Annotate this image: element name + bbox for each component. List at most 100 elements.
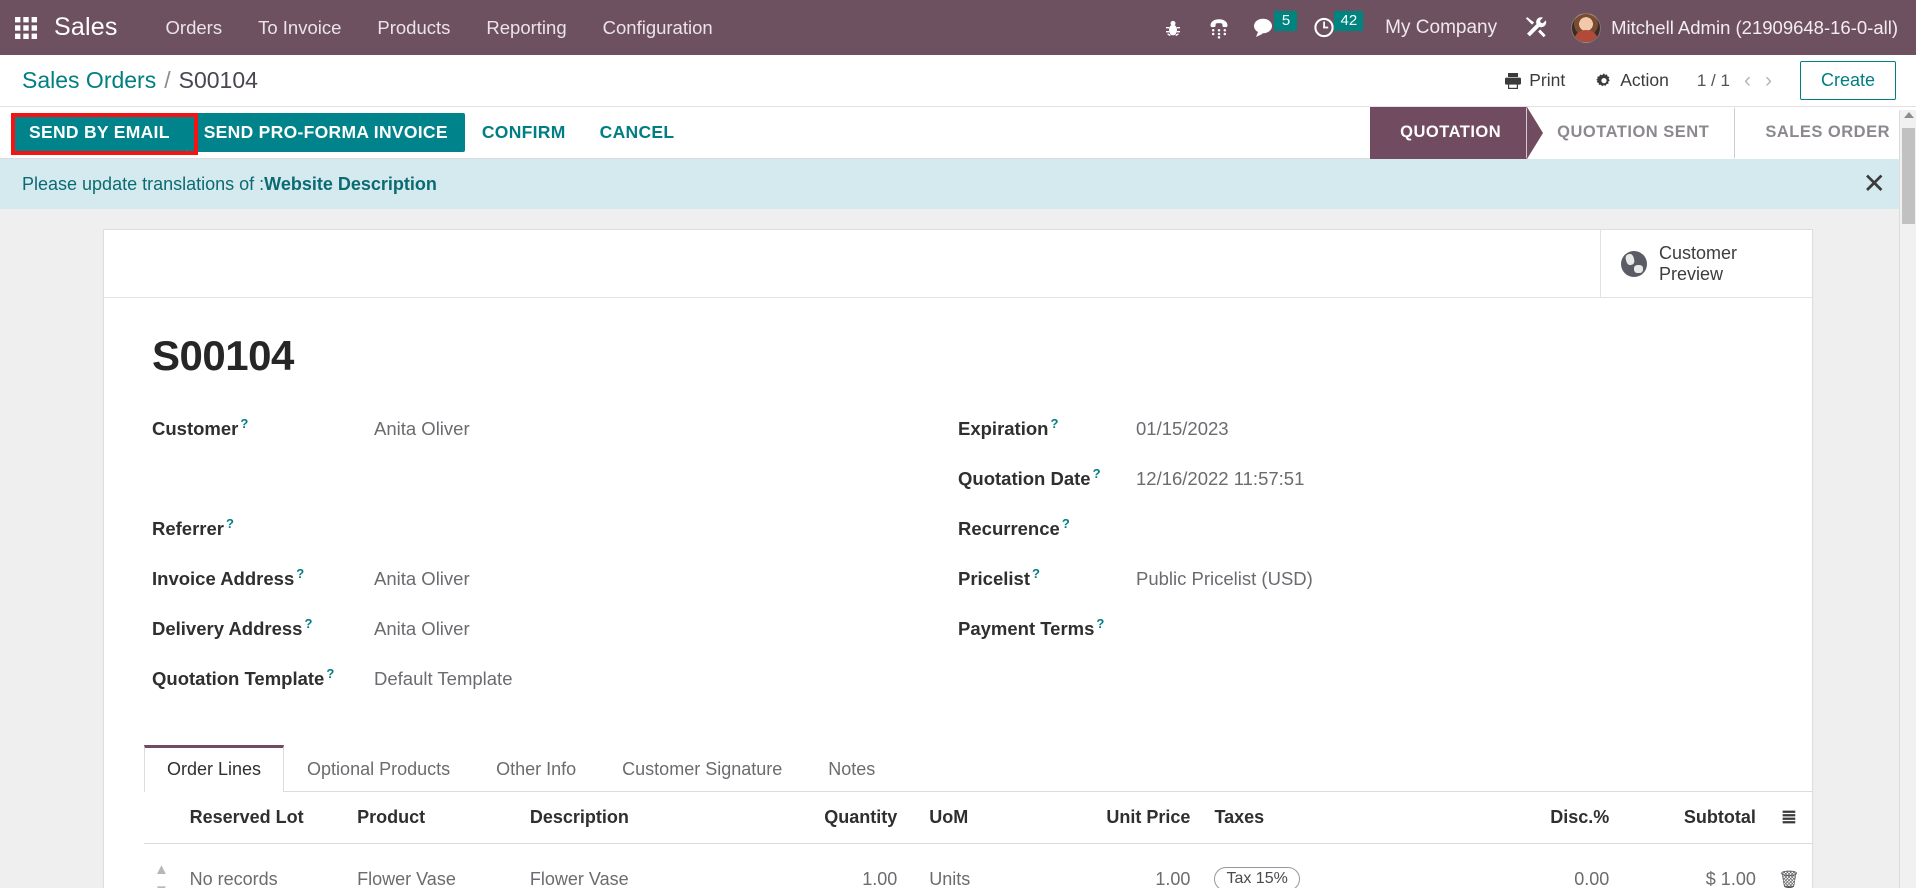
customer-preview-button[interactable]: Customer Preview [1600,230,1812,297]
value-customer[interactable]: Anita Oliver [374,418,470,440]
column-uom[interactable]: UoM [907,792,1044,844]
tab-notes[interactable]: Notes [805,745,898,792]
cell-uom[interactable]: Units [907,843,1044,888]
cell-delete[interactable]: 🗑 [1765,843,1812,888]
nav-item-to-invoice[interactable]: To Invoice [240,0,359,55]
tab-customer-signature[interactable]: Customer Signature [599,745,805,792]
tab-other-info[interactable]: Other Info [473,745,599,792]
help-icon-customer[interactable]: ? [240,416,248,431]
help-icon-expiration[interactable]: ? [1050,416,1058,431]
breadcrumb-sales-orders[interactable]: Sales Orders [22,67,156,94]
record-sheet: Customer Preview S00104 Customer? Anita … [103,229,1813,888]
bug-icon[interactable] [1150,0,1196,55]
alert-text: Please update translations of : [22,173,265,194]
column-description[interactable]: Description [519,792,782,844]
send-by-email-button[interactable]: SEND BY EMAIL [12,113,187,152]
order-lines-header: Reserved Lot Product Description Quantit… [144,792,1812,844]
label-delivery-address-text: Delivery Address [152,618,303,640]
column-options-icon[interactable]: ≣ [1765,792,1812,844]
stage-sales-order[interactable]: SALES ORDER [1734,106,1916,159]
column-product[interactable]: Product [347,792,520,844]
help-icon-payment-terms[interactable]: ? [1096,616,1104,631]
help-icon-referrer[interactable]: ? [226,516,234,531]
notebook: Order Lines Optional Products Other Info… [104,744,1812,888]
phone-dialpad-icon[interactable] [1196,0,1242,55]
value-expiration[interactable]: 01/15/2023 [1136,418,1229,440]
tools-icon[interactable] [1513,0,1559,55]
gear-icon [1596,72,1611,86]
apps-grid-icon[interactable] [0,0,52,55]
column-unit-price[interactable]: Unit Price [1043,792,1201,844]
cancel-button[interactable]: CANCEL [583,113,692,152]
app-brand-sales[interactable]: Sales [52,13,148,42]
create-button[interactable]: Create [1799,61,1896,100]
avatar [1571,12,1602,43]
tax-badge[interactable]: Tax 15% [1214,867,1300,888]
cell-unit-price[interactable]: 1.00 [1043,843,1201,888]
value-invoice-address[interactable]: Anita Oliver [374,568,470,590]
cell-discount[interactable]: 0.00 [1462,843,1620,888]
column-subtotal[interactable]: Subtotal [1619,792,1766,844]
value-delivery-address[interactable]: Anita Oliver [374,618,470,640]
user-menu[interactable]: Mitchell Admin (21909648-16-0-all) [1559,12,1898,43]
tab-order-lines[interactable]: Order Lines [144,745,285,792]
column-handle [144,792,180,844]
field-row-quotation-template: Quotation Template? Default Template [152,666,958,716]
help-icon-pricelist[interactable]: ? [1032,566,1040,581]
column-options-glyph[interactable]: ≣ [1781,807,1797,828]
activities-menu[interactable]: 42 [1303,0,1369,55]
status-stages: QUOTATION QUOTATION SENT SALES ORDER [1370,106,1916,159]
help-icon-delivery-address[interactable]: ? [304,616,312,631]
tab-optional-products[interactable]: Optional Products [284,745,473,792]
label-pricelist: Pricelist? [958,566,1136,590]
help-icon-quotation-date[interactable]: ? [1093,466,1101,481]
pager-previous-button[interactable]: ‹ [1744,70,1751,91]
help-icon-invoice-address[interactable]: ? [296,566,304,581]
messages-menu[interactable]: 5 [1242,0,1303,55]
confirm-button[interactable]: CONFIRM [465,113,583,152]
send-pro-forma-invoice-button[interactable]: SEND PRO-FORMA INVOICE [186,113,465,152]
value-pricelist[interactable]: Public Pricelist (USD) [1136,568,1313,590]
label-invoice-address-text: Invoice Address [152,568,295,590]
cell-subtotal[interactable]: $ 1.00 [1619,843,1766,888]
breadcrumb-separator: / [164,67,171,93]
trash-icon[interactable]: 🗑 [1778,870,1800,888]
vertical-scrollbar[interactable] [1899,110,1916,888]
scroll-up-arrow-icon[interactable] [1904,112,1914,118]
column-taxes[interactable]: Taxes [1200,792,1463,844]
drag-handle-icon[interactable]: ▲▼ [154,861,169,888]
page-title: S00104 [152,332,294,379]
close-icon[interactable]: ✕ [1863,170,1894,198]
nav-item-reporting[interactable]: Reporting [468,0,584,55]
company-switcher[interactable]: My Company [1369,17,1513,39]
statusbar: SEND BY EMAIL SEND PRO-FORMA INVOICE CON… [0,106,1916,159]
label-expiration: Expiration? [958,416,1136,440]
nav-item-orders[interactable]: Orders [148,0,241,55]
label-expiration-text: Expiration [958,418,1049,440]
scrollbar-thumb[interactable] [1902,128,1915,224]
pager-next-button[interactable]: › [1765,70,1772,91]
cell-quantity[interactable]: 1.00 [781,843,908,888]
table-row[interactable]: ▲▼ No records Flower Vase Flower Vase 1.… [144,843,1812,888]
printer-icon [1505,72,1522,89]
value-quotation-date[interactable]: 12/16/2022 11:57:51 [1136,468,1304,490]
column-reserved-lot[interactable]: Reserved Lot [179,792,348,844]
print-button[interactable]: Print [1492,64,1577,97]
help-icon-recurrence[interactable]: ? [1062,516,1070,531]
stage-quotation-sent[interactable]: QUOTATION SENT [1526,106,1752,159]
column-discount[interactable]: Disc.% [1462,792,1620,844]
cell-taxes[interactable]: Tax 15% [1200,843,1463,888]
value-quotation-template[interactable]: Default Template [374,668,513,690]
column-quantity[interactable]: Quantity [781,792,908,844]
stage-quotation[interactable]: QUOTATION [1370,106,1544,159]
cell-reserved-lot[interactable]: No records [179,843,348,888]
cell-handle[interactable]: ▲▼ [144,843,180,888]
help-icon-quotation-template[interactable]: ? [326,666,334,681]
cell-description[interactable]: Flower Vase [519,843,782,888]
alert-link-website-description[interactable]: Website Description [264,174,437,195]
label-referrer: Referrer? [152,516,374,540]
nav-item-products[interactable]: Products [359,0,468,55]
nav-item-configuration[interactable]: Configuration [585,0,731,55]
action-button[interactable]: Action [1583,64,1681,97]
cell-product[interactable]: Flower Vase [347,843,520,888]
